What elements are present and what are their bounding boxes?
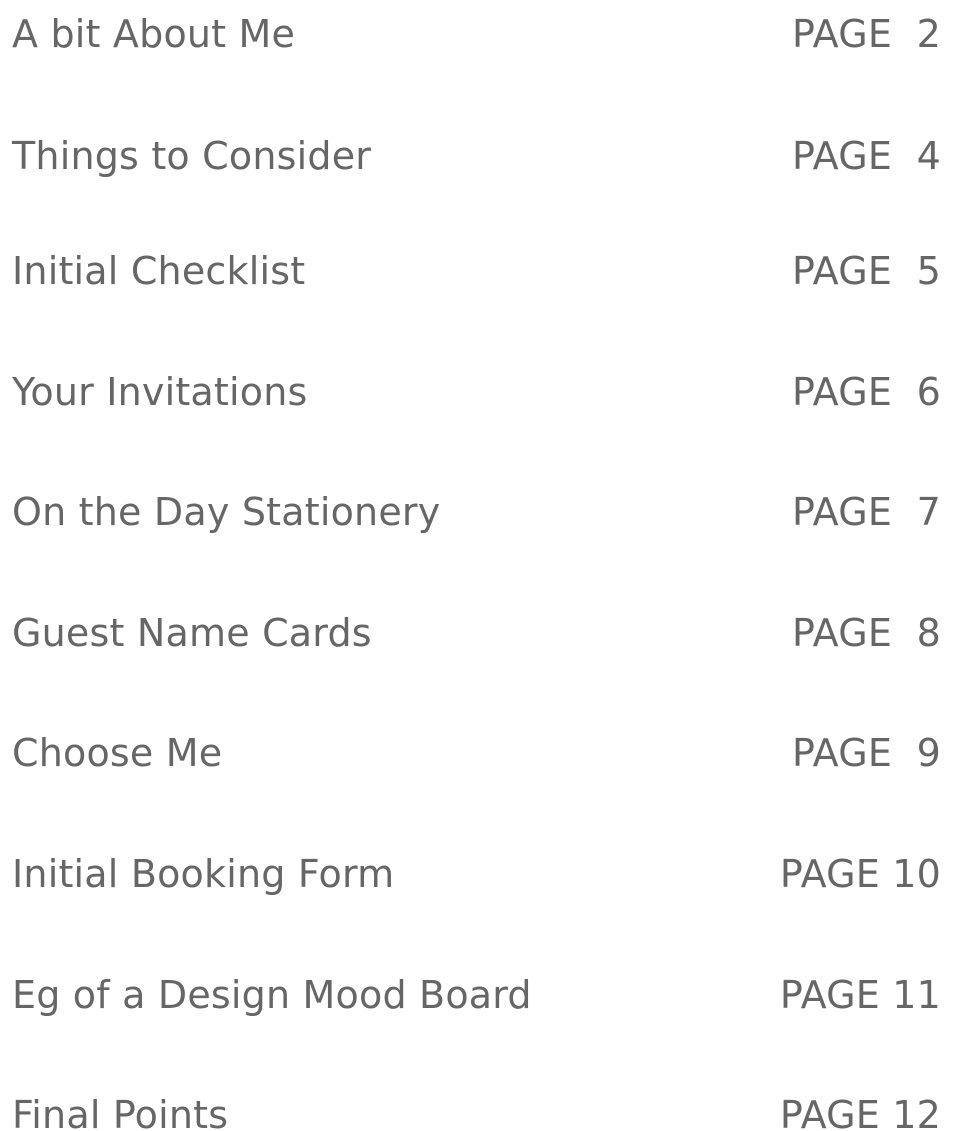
toc-entry-page-number: PAGE 5 — [791, 249, 941, 293]
toc-entry-title: Things to Consider — [12, 134, 372, 178]
toc-entry-page-number: PAGE 12 — [779, 1093, 941, 1131]
toc-entry-title: Initial Checklist — [12, 249, 306, 293]
toc-entry-title: A bit About Me — [12, 12, 296, 56]
toc-entry-title: Guest Name Cards — [12, 611, 372, 655]
toc-entry-final-points[interactable]: Final Points PAGE 12 — [0, 1085, 961, 1131]
toc-entry-title: On the Day Stationery — [12, 490, 441, 534]
toc-entry-guest-name-cards[interactable]: Guest Name Cards PAGE 8 — [0, 603, 961, 663]
toc-entry-title: Eg of a Design Mood Board — [12, 973, 532, 1017]
toc-entry-title: Initial Booking Form — [12, 852, 395, 896]
toc-entry-choose-me[interactable]: Choose Me PAGE 9 — [0, 723, 961, 783]
toc-entry-title: Your Invitations — [12, 370, 308, 414]
table-of-contents: A bit About Me PAGE 2 Things to Consider… — [0, 0, 961, 1131]
toc-entry-page-number: PAGE 8 — [791, 611, 941, 655]
toc-entry-page-number: PAGE 7 — [791, 490, 941, 534]
toc-entry-initial-checklist[interactable]: Initial Checklist PAGE 5 — [0, 241, 961, 301]
toc-entry-page-number: PAGE 6 — [791, 370, 941, 414]
toc-entry-design-mood-board[interactable]: Eg of a Design Mood Board PAGE 11 — [0, 965, 961, 1025]
toc-entry-page-number: PAGE 10 — [779, 852, 941, 896]
toc-entry-title: Choose Me — [12, 731, 223, 775]
toc-entry-page-number: PAGE 2 — [791, 12, 941, 56]
toc-entry-about-me[interactable]: A bit About Me PAGE 2 — [0, 4, 961, 64]
toc-entry-title: Final Points — [12, 1093, 229, 1131]
toc-entry-page-number: PAGE 4 — [791, 134, 941, 178]
toc-entry-page-number: PAGE 9 — [791, 731, 941, 775]
toc-entry-initial-booking-form[interactable]: Initial Booking Form PAGE 10 — [0, 844, 961, 904]
toc-entry-things-to-consider[interactable]: Things to Consider PAGE 4 — [0, 126, 961, 186]
toc-entry-on-the-day-stationery[interactable]: On the Day Stationery PAGE 7 — [0, 482, 961, 542]
toc-entry-your-invitations[interactable]: Your Invitations PAGE 6 — [0, 362, 961, 422]
toc-entry-page-number: PAGE 11 — [779, 973, 941, 1017]
